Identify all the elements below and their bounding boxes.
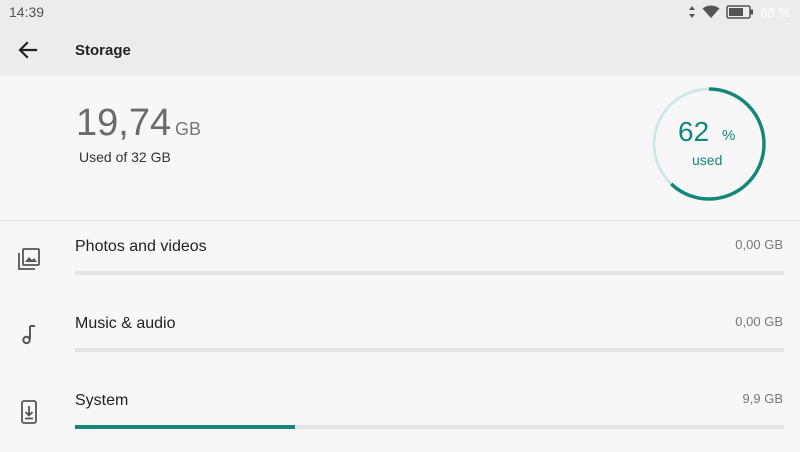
used-unit: GB (175, 119, 202, 139)
category-usage-bar (75, 271, 784, 275)
category-label: Photos and videos (75, 238, 207, 255)
system-update-icon (21, 400, 37, 424)
data-arrows-icon (689, 6, 696, 18)
category-usage-bar (75, 348, 784, 352)
category-size: 9,9 GB (742, 391, 783, 406)
music-note-icon (22, 325, 35, 345)
category-usage-bar (75, 425, 784, 429)
used-value: 19,74 (76, 102, 172, 144)
battery-icon (726, 5, 754, 19)
ring-percent-sign: % (722, 127, 736, 144)
category-label: Music & audio (75, 315, 176, 332)
status-icons: 68 % (688, 4, 790, 20)
category-label: System (75, 392, 129, 409)
storage-summary: 19,74 GB Used of 32 GB 62 % used (0, 76, 800, 220)
category-photos-and-videos[interactable]: Photos and videos 0,00 GB (0, 221, 800, 298)
ring-percent: 62 (678, 116, 710, 147)
arrow-left-icon (18, 41, 38, 59)
ring-caption: used (692, 152, 723, 168)
wifi-icon (702, 5, 720, 18)
back-button[interactable] (14, 36, 42, 64)
page-title: Storage (75, 42, 131, 59)
category-music-and-audio[interactable]: Music & audio 0,00 GB (0, 298, 800, 375)
app-bar: Storage (0, 24, 800, 76)
category-size: 0,00 GB (735, 237, 783, 252)
status-bar: 14:39 68 % (0, 0, 800, 24)
status-time: 14:39 (9, 4, 45, 20)
category-size: 0,00 GB (735, 314, 783, 329)
photo-library-icon (18, 248, 40, 270)
category-system[interactable]: System 9,9 GB (0, 375, 800, 452)
battery-percent: 68 % (760, 4, 790, 20)
used-caption: Used of 32 GB (79, 149, 171, 165)
category-usage-fill (75, 425, 295, 429)
